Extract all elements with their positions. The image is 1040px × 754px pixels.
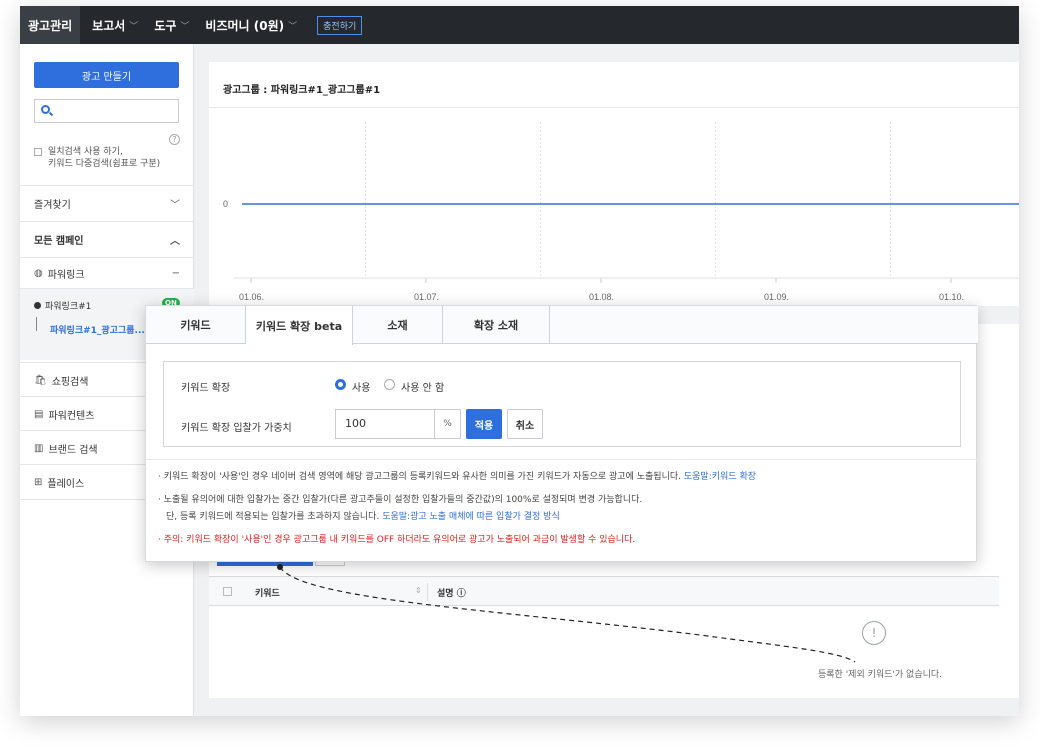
expansion-settings: 키워드 확장 사용 사용 안 함 키워드 확장 입찰가 가중치 100 % 적용… — [163, 361, 961, 447]
chevron-down-icon: ﹀ — [129, 21, 139, 32]
favorites-label: 즐겨찾기 — [34, 200, 71, 211]
x-tick-label: 01.07. — [414, 292, 439, 302]
powerlink-label: 파워링크 — [47, 269, 85, 281]
campaign-dot-icon — [34, 302, 41, 309]
help-icon[interactable]: ? — [169, 134, 180, 145]
chevron-down-icon: ﹀ — [288, 21, 298, 32]
note-3: 단, 등록 키워드에 적용되는 입찰가를 초과하지 않습니다. 도움말:광고 노… — [166, 509, 560, 522]
note-1: · 키워드 확장이 '사용'인 경우 네이버 검색 영역에 해당 광고그룹의 등… — [158, 469, 756, 482]
checkbox-label-line2: 키워드 다중검색(쉼표로 구분) — [48, 159, 161, 169]
sidebar-item-powerlink[interactable]: ◍ 파워링크 − — [20, 257, 194, 288]
sidebar-item-favorites[interactable]: 즐겨찾기 ﹀ — [20, 185, 194, 221]
top-navigation: 광고관리 보고서 ﹀ 도구 ﹀ 비즈머니 (0원) ﹀ 충전하기 — [20, 6, 1019, 44]
radio-no-use[interactable] — [384, 379, 395, 390]
create-ad-button[interactable]: 광고 만들기 — [34, 62, 179, 88]
x-tick-label: 01.08. — [589, 292, 614, 302]
info-icon: ! — [862, 621, 886, 645]
tab-keyword-expansion[interactable]: 키워드 확장 beta — [246, 306, 353, 345]
apply-button[interactable]: 적용 — [466, 409, 502, 439]
chart-title: 광고그룹 : 파워링크#1_광고그룹#1 — [223, 85, 381, 96]
select-all-checkbox[interactable] — [223, 587, 232, 596]
brand-search-icon: ▥ — [34, 443, 44, 454]
note-3-text: 단, 등록 키워드에 적용되는 입찰가를 초과하지 않습니다. — [166, 512, 380, 522]
tab-creative[interactable]: 소재 — [353, 306, 443, 344]
tab-bar: 키워드 키워드 확장 beta 소재 확장 소재 — [146, 306, 978, 345]
x-tick-label: 01.10. — [939, 292, 964, 302]
chevron-down-icon: ﹀ — [170, 200, 180, 211]
column-keyword[interactable]: 키워드 — [255, 586, 280, 599]
exact-search-label: 일치검색 사용 하기, 키워드 다중검색(쉼표로 구분) — [48, 146, 160, 170]
sidebar-item-all-campaigns[interactable]: 모든 캠페인 ︿ — [20, 221, 194, 257]
radio-use-label: 사용 — [352, 383, 371, 394]
tab-keyword[interactable]: 키워드 — [146, 306, 246, 344]
bid-weight-input[interactable]: 100 — [335, 409, 435, 439]
search-icon — [41, 105, 50, 114]
campaign-label: 파워링크#1 — [45, 302, 92, 312]
sort-icon[interactable]: ⇕ — [415, 586, 422, 595]
x-tick-label: 01.06. — [239, 292, 264, 302]
radio-use[interactable] — [335, 379, 346, 390]
place-icon: ⊞ — [34, 476, 43, 488]
percent-unit: % — [435, 409, 461, 439]
help-link-bid-decision[interactable]: 도움말:광고 노출 매체에 따른 입찰가 결정 방식 — [382, 512, 560, 522]
chevron-down-icon: ﹀ — [180, 21, 190, 32]
warning-note: · 주의: 키워드 확장이 '사용'인 경우 광고그룹 내 키워드를 OFF 하… — [158, 535, 636, 545]
x-tick-label: 01.09. — [764, 292, 789, 302]
divider — [146, 459, 978, 460]
search-input[interactable] — [57, 102, 175, 120]
performance-chart: 01.06. 01.07. 01.08. 01.09. 01.10. 0 — [223, 122, 1019, 302]
nav-bizmoney[interactable]: 비즈머니 (0원) ﹀ — [197, 6, 305, 44]
powercontent-label: 파워컨텐츠 — [48, 411, 95, 422]
cancel-button[interactable]: 취소 — [507, 409, 543, 439]
brand-search-label: 브랜드 검색 — [48, 445, 98, 456]
column-description: 설명 ⓘ — [437, 589, 466, 599]
charge-button[interactable]: 충전하기 — [317, 15, 363, 35]
exact-search-option[interactable]: 일치검색 사용 하기, 키워드 다중검색(쉼표로 구분) — [34, 146, 184, 170]
nav-label: 광고관리 — [28, 18, 73, 33]
collapse-icon[interactable]: − — [172, 268, 180, 279]
chevron-up-icon: ︿ — [170, 236, 180, 247]
globe-icon: ◍ — [34, 267, 43, 279]
adgroup-item[interactable]: 파워링크#1_광고그룹... — [50, 323, 145, 336]
chart-panel: 광고그룹 : 파워링크#1_광고그룹#1 01.06. 01.07. 01.08. 0… — [209, 62, 1019, 306]
table-header: 키워드 ⇕ 설명 ⓘ — [209, 576, 999, 606]
nav-label: 비즈머니 (0원) — [205, 18, 285, 33]
column-divider — [427, 583, 428, 601]
nav-label: 보고서 — [92, 18, 126, 33]
note-1-text: · 키워드 확장이 '사용'인 경우 네이버 검색 영역에 해당 광고그룹의 등… — [158, 472, 681, 482]
note-2-text: · 노출될 유의어에 대한 입찰가는 중간 입찰가(다른 광고주들이 설정한 입… — [158, 495, 643, 505]
place-label: 플레이스 — [47, 478, 85, 490]
weight-label: 키워드 확장 입찰가 가중치 — [181, 423, 292, 434]
nav-reports[interactable]: 보고서 ﹀ — [84, 6, 146, 44]
tab-extension-creative[interactable]: 확장 소재 — [443, 306, 550, 344]
radio-no-use-label: 사용 안 함 — [401, 383, 445, 394]
keyword-expansion-popup: 키워드 키워드 확장 beta 소재 확장 소재 키워드 확장 사용 사용 안 … — [145, 305, 978, 562]
checkbox-label-line1: 일치검색 사용 하기, — [48, 147, 123, 157]
empty-state-text: 등록한 '제외 키워드'가 없습니다. — [818, 670, 943, 680]
campaign-item[interactable]: 파워링크#1 — [34, 299, 91, 312]
search-field[interactable] — [34, 99, 179, 123]
expand-label: 키워드 확장 — [181, 383, 231, 394]
nav-tools[interactable]: 도구 ﹀ — [146, 6, 197, 44]
nav-label: 도구 — [154, 18, 177, 33]
help-link-keyword-expansion[interactable]: 도움말:키워드 확장 — [684, 472, 756, 482]
y-tick-label: 0 — [223, 199, 228, 209]
nav-ad-management[interactable]: 광고관리 — [20, 6, 81, 44]
exact-search-checkbox[interactable] — [34, 148, 42, 156]
all-campaigns-label: 모든 캠페인 — [34, 236, 84, 247]
note-2: · 노출될 유의어에 대한 입찰가는 중간 입찰가(다른 광고주들이 설정한 입… — [158, 492, 642, 505]
tree-line — [36, 317, 37, 331]
shopping-bag-icon: 🛍 — [34, 375, 47, 386]
shopping-label: 쇼핑검색 — [51, 377, 89, 388]
content-icon: ▤ — [34, 409, 44, 420]
